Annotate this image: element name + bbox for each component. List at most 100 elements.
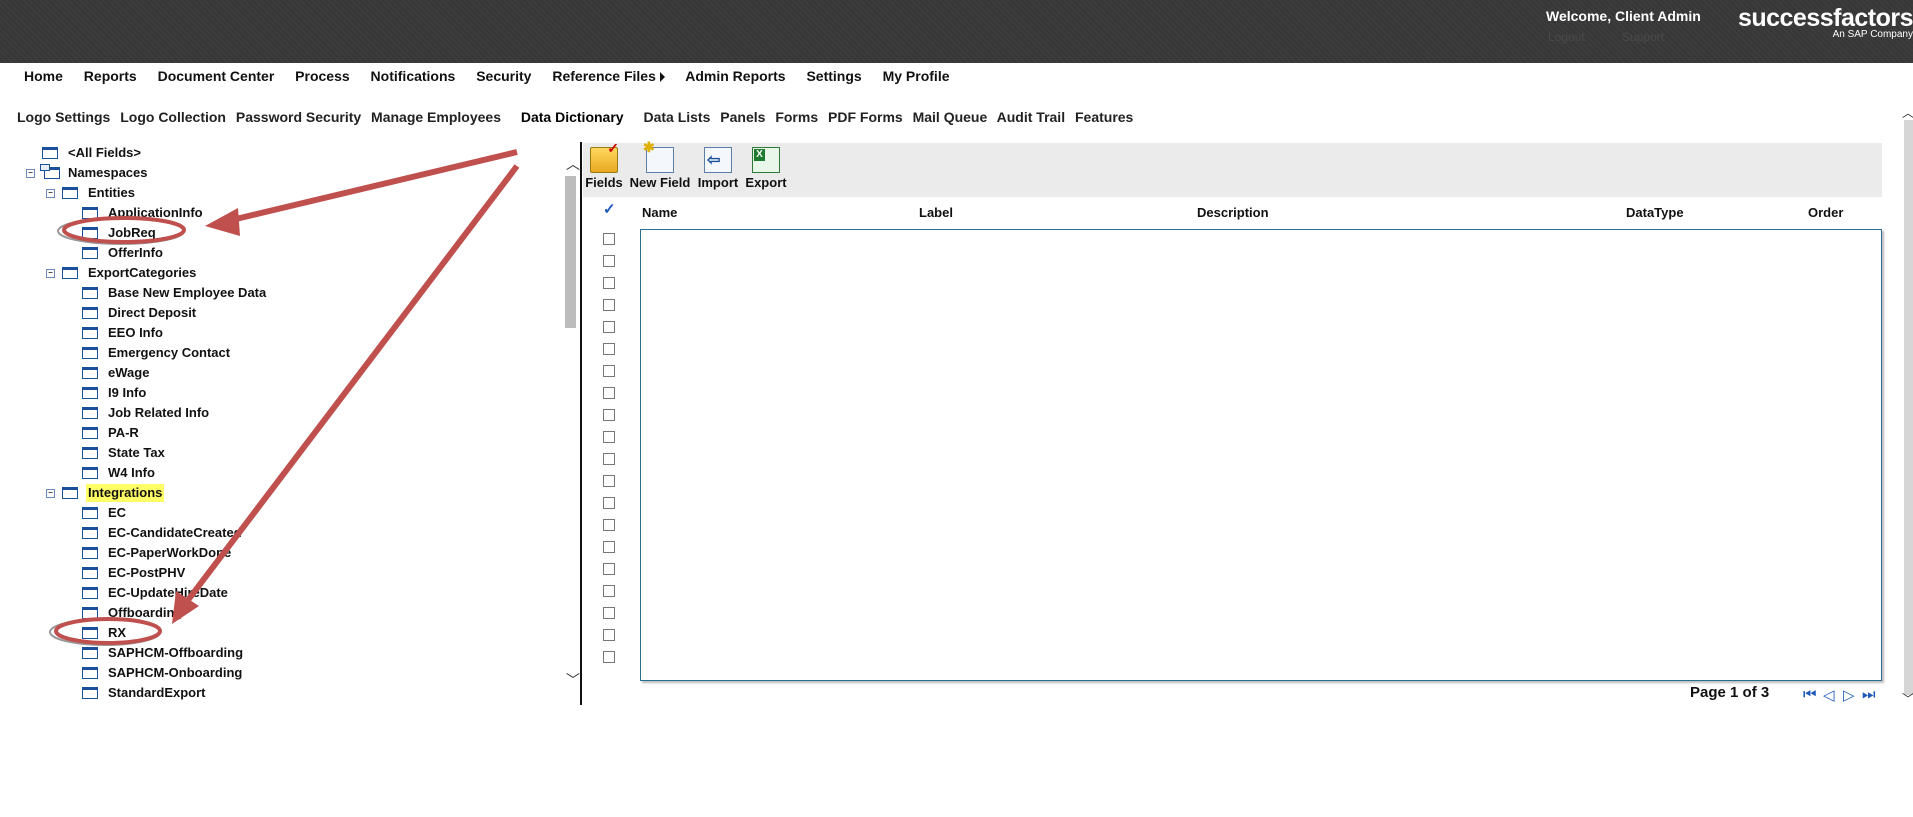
column-header-order[interactable]: Order (1808, 205, 1843, 220)
subnav-password-security[interactable]: Password Security (236, 109, 361, 125)
folder-icon (82, 687, 98, 699)
nav-notifications[interactable]: Notifications (371, 68, 456, 84)
page-scroll-up-icon[interactable]: ︿ (1902, 104, 1913, 121)
subnav-logo-settings[interactable]: Logo Settings (17, 109, 110, 125)
row-checkbox[interactable] (603, 409, 615, 421)
tree-scroll-up-icon[interactable]: ︿ (566, 154, 580, 174)
settings-subnav: Logo Settings Logo Collection Password S… (17, 109, 1139, 125)
row-checkbox[interactable] (603, 453, 615, 465)
nav-process[interactable]: Process (295, 68, 349, 84)
tree-node-label: EC-PaperWorkDone (108, 545, 232, 560)
row-checkbox[interactable] (603, 475, 615, 487)
column-header-description[interactable]: Description (1197, 205, 1269, 220)
subnav-mail-queue[interactable]: Mail Queue (913, 109, 988, 125)
panel-divider[interactable] (580, 142, 582, 705)
folder-icon (82, 347, 98, 359)
logout-link[interactable]: Logout (1548, 30, 1585, 44)
row-checkbox[interactable] (603, 233, 615, 245)
import-icon (704, 147, 732, 173)
tree-scroll-down-icon[interactable]: ﹀ (566, 670, 580, 690)
row-checkbox[interactable] (603, 585, 615, 597)
tree-node-label: Namespaces (68, 165, 148, 180)
namespace-tree: <All Fields> − Namespaces − Entities App… (0, 142, 560, 702)
select-all-checkmark-icon[interactable]: ✓ (603, 200, 616, 218)
subnav-manage-employees[interactable]: Manage Employees (371, 109, 501, 125)
prev-page-icon[interactable]: ◁ (1823, 686, 1835, 704)
row-checkbox[interactable] (603, 321, 615, 333)
row-checkbox[interactable] (603, 629, 615, 641)
subnav-audit-trail[interactable]: Audit Trail (997, 109, 1065, 125)
subnav-forms[interactable]: Forms (775, 109, 818, 125)
export-button-label: Export (745, 175, 787, 190)
row-checkbox[interactable] (603, 497, 615, 509)
row-checkbox[interactable] (603, 607, 615, 619)
subnav-pdf-forms[interactable]: PDF Forms (828, 109, 903, 125)
folder-icon (82, 207, 98, 219)
tree-node-label: SAPHCM-Offboarding (108, 645, 244, 660)
namespace-folder-icon (40, 164, 60, 179)
nav-admin-reports[interactable]: Admin Reports (685, 68, 785, 84)
tree-scrollbar-thumb[interactable] (565, 176, 576, 328)
collapse-icon[interactable]: − (46, 269, 55, 278)
new-field-button[interactable]: New Field (629, 139, 691, 190)
collapse-icon[interactable]: − (26, 169, 35, 178)
subnav-features[interactable]: Features (1075, 109, 1133, 125)
subnav-panels[interactable]: Panels (720, 109, 765, 125)
nav-document-center[interactable]: Document Center (158, 68, 275, 84)
row-checkbox[interactable] (603, 365, 615, 377)
folder-icon (62, 187, 78, 199)
row-checkbox[interactable] (603, 343, 615, 355)
nav-reports[interactable]: Reports (84, 68, 137, 84)
nav-security[interactable]: Security (476, 68, 531, 84)
folder-icon (82, 407, 98, 419)
nav-my-profile[interactable]: My Profile (883, 68, 950, 84)
row-checkbox[interactable] (603, 541, 615, 553)
tree-node-label: EEO Info (108, 325, 163, 340)
row-checkbox[interactable] (603, 277, 615, 289)
collapse-icon[interactable]: − (46, 189, 55, 198)
folder-icon (82, 667, 98, 679)
row-checkbox[interactable] (603, 299, 615, 311)
nav-home[interactable]: Home (24, 68, 63, 84)
row-checkbox[interactable] (603, 387, 615, 399)
row-checkbox[interactable] (603, 563, 615, 575)
column-header-name[interactable]: Name (642, 205, 677, 220)
subnav-data-lists[interactable]: Data Lists (643, 109, 710, 125)
nav-reference-files[interactable]: Reference Files (552, 68, 665, 84)
subnav-data-dictionary[interactable]: Data Dictionary (521, 109, 624, 125)
page-scrollbar[interactable] (1904, 120, 1913, 695)
folder-icon (82, 627, 98, 639)
folder-icon (82, 427, 98, 439)
fields-folder-icon (590, 140, 619, 173)
new-field-button-label: New Field (629, 175, 691, 190)
tree-node-label: State Tax (108, 445, 165, 460)
last-page-icon[interactable]: ⏭ (1862, 686, 1876, 703)
fields-button[interactable]: Fields (585, 140, 623, 190)
export-button[interactable]: Export (745, 147, 787, 190)
subnav-logo-collection[interactable]: Logo Collection (120, 109, 226, 125)
folder-icon (82, 567, 98, 579)
row-checkbox[interactable] (603, 431, 615, 443)
import-button[interactable]: Import (697, 147, 739, 190)
column-header-datatype[interactable]: DataType (1626, 205, 1684, 220)
support-link[interactable]: Support (1622, 30, 1664, 44)
fields-grid[interactable] (640, 229, 1882, 681)
next-page-icon[interactable]: ▷ (1843, 686, 1855, 704)
first-page-icon[interactable]: ⏮ (1803, 686, 1817, 703)
page-scroll-down-icon[interactable]: ﹀ (1902, 690, 1913, 707)
import-button-label: Import (697, 175, 739, 190)
row-checkbox[interactable] (603, 519, 615, 531)
tree-node-label: ApplicationInfo (108, 205, 203, 220)
folder-icon (82, 527, 98, 539)
nav-settings[interactable]: Settings (806, 68, 861, 84)
column-header-label[interactable]: Label (919, 205, 953, 220)
row-checkbox[interactable] (603, 651, 615, 663)
row-checkbox[interactable] (603, 255, 615, 267)
folder-icon (82, 287, 98, 299)
folder-icon (82, 507, 98, 519)
tree-node-label: Entities (88, 185, 135, 200)
tree-node-label: eWage (108, 365, 150, 380)
collapse-icon[interactable]: − (46, 489, 55, 498)
folder-icon (82, 367, 98, 379)
welcome-text: Welcome, Client Admin (1546, 8, 1701, 24)
